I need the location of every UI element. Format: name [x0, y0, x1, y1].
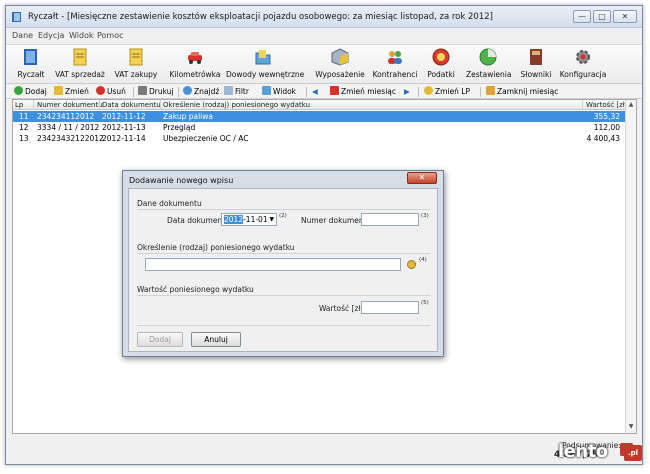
- window-title: Ryczałt - [Miesięczne zestawienie kosztó…: [28, 12, 493, 22]
- search-icon: [183, 86, 192, 95]
- toolbar-separator: [306, 87, 307, 97]
- add-entry-dialog: Dodawanie nowego wpisu ✕ Dane dokumentu …: [122, 170, 444, 357]
- number-icon: [424, 86, 433, 95]
- toolbar-slowniki-button[interactable]: Słowniki: [516, 47, 556, 83]
- value-label: Wartość [zł]: [319, 304, 364, 313]
- delete-record-button[interactable]: Usuń: [96, 86, 126, 98]
- col-date[interactable]: Data dokumentu: [102, 101, 161, 109]
- chevron-down-icon[interactable]: ▼: [269, 214, 274, 225]
- folder-icon: [255, 50, 271, 65]
- menu-pomoc[interactable]: Pomoc: [97, 31, 124, 40]
- view-icon: [262, 86, 271, 95]
- title-bar: Ryczałt - [Miesięczne zestawienie kosztó…: [6, 6, 642, 28]
- gear-icon: [576, 50, 590, 64]
- prev-month-arrow[interactable]: ◀: [312, 86, 318, 98]
- status-footer: Podsumowanie: 4 867,75: [6, 435, 642, 464]
- menu-edycja[interactable]: Edycja: [38, 31, 64, 40]
- toolbar-separator: [418, 87, 419, 97]
- grid-scrollbar[interactable]: ▲ ▼: [625, 100, 636, 433]
- add-record-button[interactable]: Dodaj: [14, 86, 47, 98]
- menu-dane[interactable]: Dane: [12, 31, 33, 40]
- print-button[interactable]: Drukuj: [138, 86, 174, 98]
- dialog-title: Dodawanie nowego wpisu: [129, 176, 234, 185]
- change-lp-button[interactable]: Zmień LP: [424, 86, 470, 98]
- toolbar-separator: [178, 87, 179, 97]
- watermark-logo: lento: [558, 441, 608, 462]
- find-button[interactable]: Znajdź: [183, 86, 219, 98]
- section-description: Określenie (rodzaj) poniesionego wydatku: [137, 243, 295, 252]
- section-value: Wartość poniesionego wydatku: [137, 285, 254, 294]
- next-month-arrow[interactable]: ▶: [404, 86, 410, 98]
- maximize-button[interactable]: □: [593, 10, 611, 23]
- tax-icon: [432, 48, 450, 66]
- app-book-icon: [12, 12, 21, 22]
- col-description[interactable]: Określenie (rodzaj) poniesionego wydatku: [163, 101, 310, 109]
- scroll-up-arrow[interactable]: ▲: [626, 100, 636, 110]
- car-icon: [188, 52, 202, 64]
- table-row[interactable]: 11 234234112012 2012-11-12 Zakup paliwa …: [13, 111, 626, 122]
- menu-bar: Dane Edycja Widok Pomoc: [6, 29, 642, 43]
- view-button[interactable]: Widok: [262, 86, 296, 98]
- calendar-icon: [330, 86, 339, 95]
- minimize-button[interactable]: —: [573, 10, 591, 23]
- dialog-close-button[interactable]: ✕: [407, 172, 437, 184]
- doc-icon: [129, 48, 143, 66]
- toolbar-konfiguracja-button[interactable]: Konfiguracja: [558, 47, 608, 83]
- toolbar-dowody-button[interactable]: Dowody wewnętrzne: [226, 47, 304, 83]
- toolbar-wyposazenie-button[interactable]: Wyposażenie: [314, 47, 366, 83]
- dialog-body: Dane dokumentu Data dokumentu 2012-11-01…: [128, 188, 438, 352]
- toolbar-vat-sprzedaz-button[interactable]: VAT sprzedaż: [52, 47, 108, 83]
- col-lp[interactable]: Lp: [15, 101, 23, 109]
- toolbar-zestawienia-button[interactable]: Zestawienia: [466, 47, 511, 83]
- toolbar-kilometrowka-button[interactable]: Kilometrówka: [166, 47, 224, 83]
- table-row[interactable]: 13 23423432122012 2012-11-14 Ubezpieczen…: [13, 133, 626, 144]
- filter-button[interactable]: Filtr: [224, 86, 249, 98]
- edit-record-button[interactable]: Zmień: [54, 86, 89, 98]
- book-icon: [24, 49, 37, 65]
- pencil-icon: [54, 86, 63, 95]
- close-window-button[interactable]: ✕: [613, 10, 637, 23]
- add-icon: [14, 86, 23, 95]
- watermark-badge: .pl: [624, 445, 642, 461]
- lookup-icon[interactable]: [407, 260, 416, 269]
- toolbar-separator: [480, 87, 481, 97]
- printer-icon: [138, 86, 147, 95]
- toolbar-ryczalt-button[interactable]: Ryczałt: [12, 47, 50, 83]
- toolbar-separator: [133, 87, 134, 97]
- close-month-button[interactable]: Zamknij miesiąc: [486, 86, 558, 98]
- grid-header: Lp Numer dokumentu Data dokumentu Określ…: [13, 100, 628, 110]
- number-input[interactable]: [361, 213, 419, 226]
- table-row[interactable]: 12 3334 / 11 / 2012 2012-11-13 Przegląd …: [13, 122, 626, 133]
- people-icon: [388, 51, 402, 64]
- toolbar-vat-zakupy-button[interactable]: VAT zakupy: [110, 47, 162, 83]
- date-input[interactable]: 2012-11-01 ▼: [221, 213, 277, 226]
- change-month-button[interactable]: Zmień miesiąc: [330, 86, 396, 98]
- col-number[interactable]: Numer dokumentu: [37, 101, 103, 109]
- description-input[interactable]: [145, 258, 401, 271]
- doc-icon: [73, 48, 87, 66]
- col-value[interactable]: Wartość [zł]: [586, 101, 628, 109]
- lock-icon: [486, 86, 495, 95]
- toolbar-podatki-button[interactable]: Podatki: [424, 47, 458, 83]
- menu-widok[interactable]: Widok: [69, 31, 94, 40]
- box-icon: [331, 48, 349, 66]
- value-input[interactable]: [361, 301, 419, 314]
- main-toolbar: Ryczałt VAT sprzedaż VAT zakupy Kilometr…: [6, 44, 642, 84]
- delete-icon: [96, 86, 105, 95]
- dictionary-icon: [530, 49, 542, 65]
- section-document: Dane dokumentu: [137, 199, 202, 208]
- cancel-button[interactable]: Anuluj: [191, 332, 241, 347]
- action-toolbar: Dodaj Zmień Usuń Drukuj Znajdź Filtr Wid…: [6, 85, 642, 99]
- chart-icon: [479, 48, 497, 66]
- toolbar-kontrahenci-button[interactable]: Kontrahenci: [370, 47, 420, 83]
- add-button[interactable]: Dodaj: [137, 332, 183, 347]
- scroll-down-arrow[interactable]: ▼: [626, 422, 636, 432]
- filter-icon: [224, 86, 233, 95]
